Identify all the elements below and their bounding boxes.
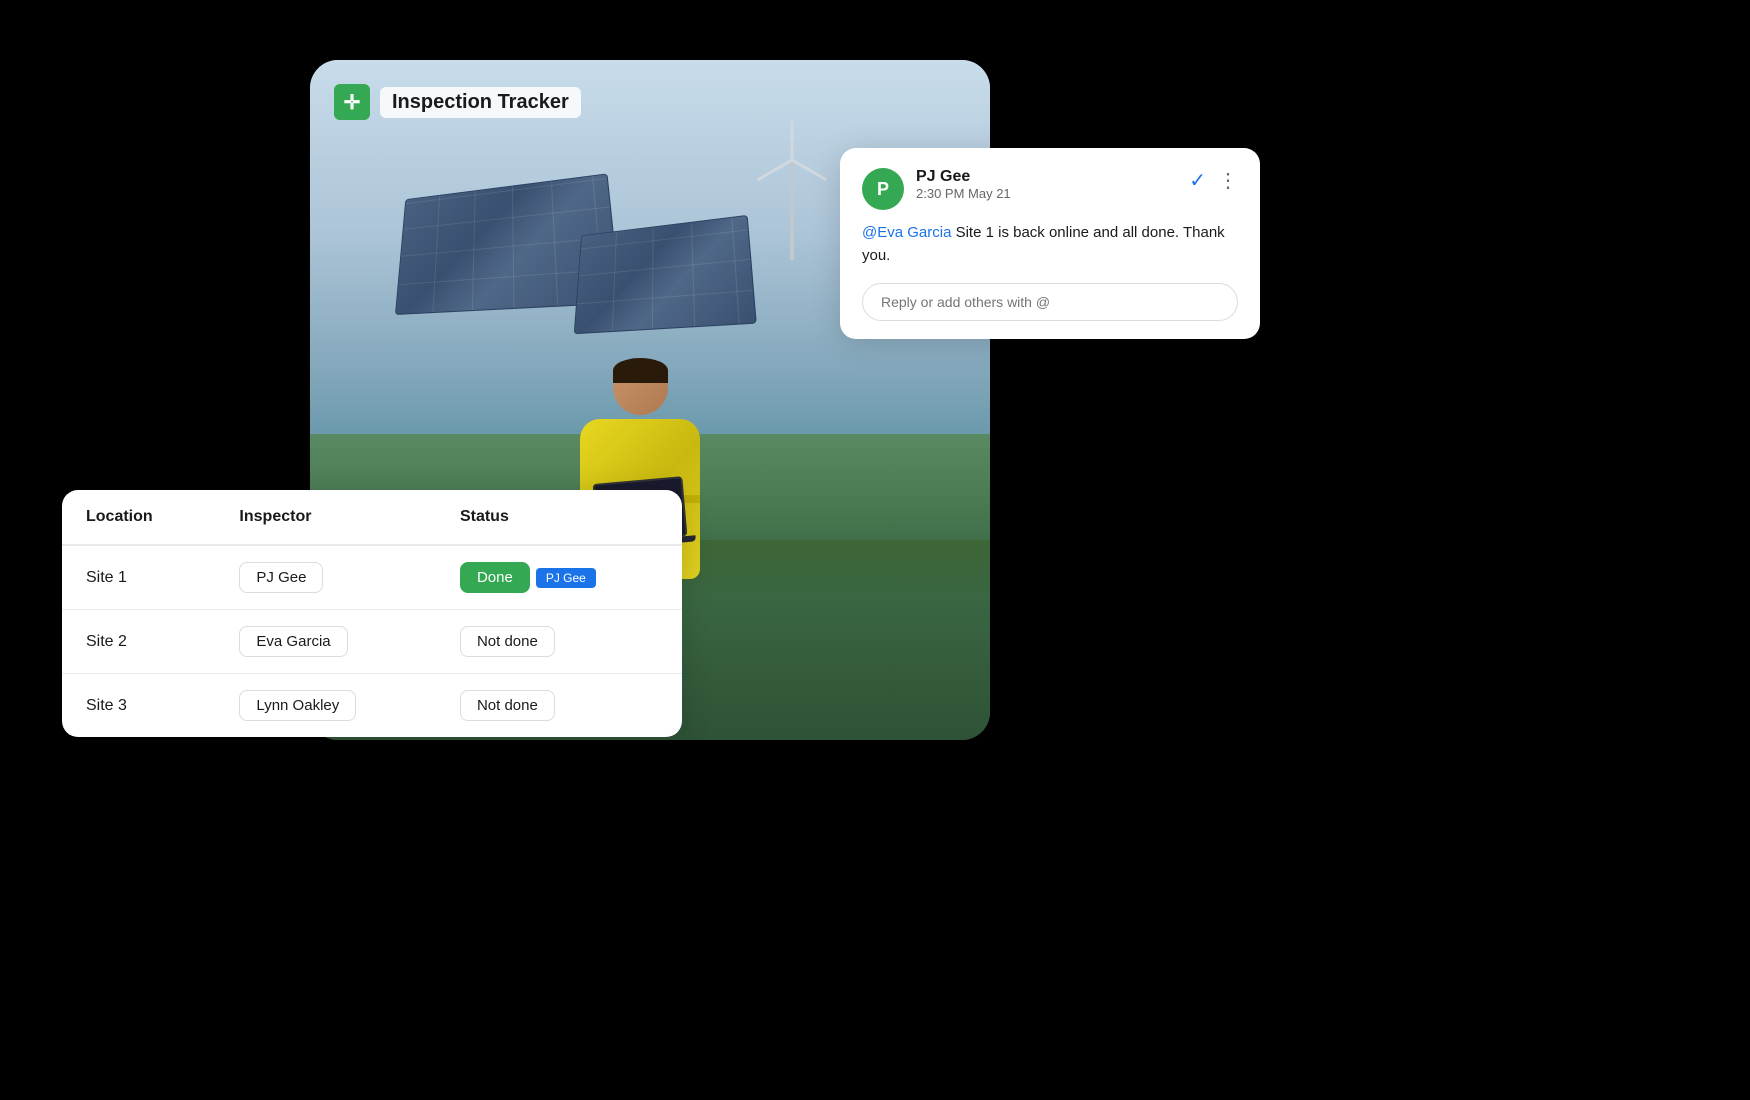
comment-author: PJ Gee xyxy=(916,168,1177,186)
table-row: Site 1 PJ Gee Done PJ Gee xyxy=(62,545,682,610)
status-cell: Done PJ Gee xyxy=(436,545,682,610)
col-header-status: Status xyxy=(436,490,682,545)
check-icon[interactable]: ✓ xyxy=(1189,168,1206,193)
inspector-chip[interactable]: PJ Gee xyxy=(239,562,323,593)
app-title: Inspection Tracker xyxy=(380,87,581,118)
app-icon: ✛ xyxy=(334,84,370,120)
location-cell: Site 1 xyxy=(62,545,215,610)
status-chip-not-done[interactable]: Not done xyxy=(460,690,555,721)
scene: ✛ Inspection Tracker P PJ Gee 2:30 PM Ma… xyxy=(0,0,1750,1100)
comment-header: P PJ Gee 2:30 PM May 21 ✓ ⋮ xyxy=(862,168,1238,210)
inspector-cell: Eva Garcia xyxy=(215,610,436,674)
col-header-inspector: Inspector xyxy=(215,490,436,545)
inspection-table: Location Inspector Status Site 1 PJ Gee … xyxy=(62,490,682,737)
more-options-icon[interactable]: ⋮ xyxy=(1218,168,1238,193)
comment-time: 2:30 PM May 21 xyxy=(916,186,1177,201)
worker-head xyxy=(613,360,668,415)
inspector-chip[interactable]: Eva Garcia xyxy=(239,626,347,657)
mention-tag: @Eva Garcia xyxy=(862,224,951,241)
table-row: Site 2 Eva Garcia Not done xyxy=(62,610,682,674)
wind-turbine xyxy=(790,140,794,260)
inspector-cell: PJ Gee xyxy=(215,545,436,610)
table-row: Site 3 Lynn Oakley Not done xyxy=(62,674,682,738)
table-header-row: Location Inspector Status xyxy=(62,490,682,545)
comment-body: @Eva Garcia Site 1 is back online and al… xyxy=(862,222,1238,267)
status-chip-not-done[interactable]: Not done xyxy=(460,626,555,657)
status-chip-done[interactable]: Done xyxy=(460,562,530,593)
app-header: ✛ Inspection Tracker xyxy=(334,84,581,120)
inspector-chip[interactable]: Lynn Oakley xyxy=(239,690,356,721)
location-cell: Site 3 xyxy=(62,674,215,738)
col-header-location: Location xyxy=(62,490,215,545)
reply-input[interactable] xyxy=(862,283,1238,321)
table-card: Location Inspector Status Site 1 PJ Gee … xyxy=(62,490,682,737)
inspector-cell: Lynn Oakley xyxy=(215,674,436,738)
solar-panel-2 xyxy=(574,215,757,334)
status-cell: Not done xyxy=(436,610,682,674)
comment-actions: ✓ ⋮ xyxy=(1189,168,1238,193)
comment-meta: PJ Gee 2:30 PM May 21 xyxy=(916,168,1177,201)
status-cell: Not done xyxy=(436,674,682,738)
location-cell: Site 2 xyxy=(62,610,215,674)
comment-card: P PJ Gee 2:30 PM May 21 ✓ ⋮ @Eva Garcia … xyxy=(840,148,1260,339)
cursor-badge-pj-gee: PJ Gee xyxy=(536,568,596,588)
avatar: P xyxy=(862,168,904,210)
